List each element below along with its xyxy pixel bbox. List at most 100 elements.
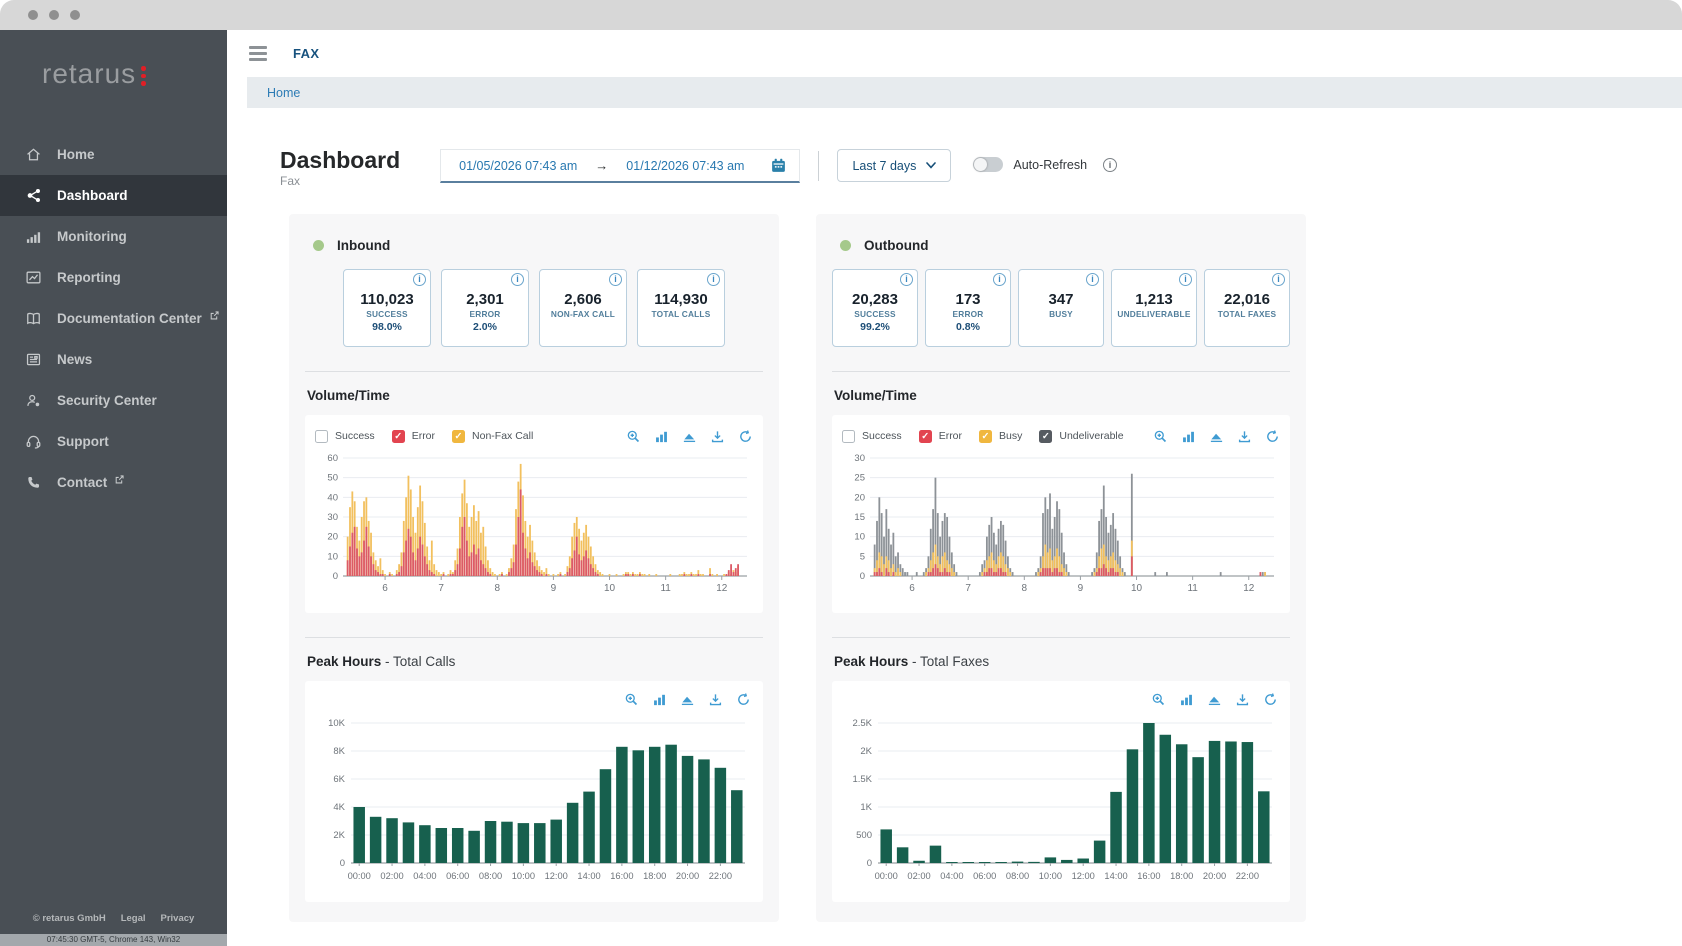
outbound-section-label: Outbound xyxy=(864,238,928,253)
info-icon[interactable]: i xyxy=(900,273,913,286)
date-from-input[interactable]: 01/05/2026 07:43 am xyxy=(459,159,577,173)
svg-text:8: 8 xyxy=(495,583,501,594)
sidebar-item-support[interactable]: Support xyxy=(0,421,227,462)
area-chart-icon[interactable] xyxy=(1209,429,1224,444)
info-icon[interactable]: i xyxy=(413,273,426,286)
legend-item-busy[interactable]: ✓Busy xyxy=(979,430,1022,443)
bar-chart-icon[interactable] xyxy=(1181,429,1196,444)
stat-value: 110,023 xyxy=(344,291,430,308)
calendar-icon[interactable] xyxy=(770,157,787,174)
download-icon[interactable] xyxy=(708,692,723,707)
checkbox-unchecked-icon[interactable] xyxy=(315,430,328,443)
sidebar-item-dashboard[interactable]: Dashboard xyxy=(0,175,227,216)
sidebar-item-label: Contact xyxy=(57,475,107,490)
sidebar-item-security-center[interactable]: Security Center xyxy=(0,380,227,421)
stat-label: BUSY xyxy=(1019,309,1103,319)
download-icon[interactable] xyxy=(1237,429,1252,444)
svg-text:4K: 4K xyxy=(333,802,345,813)
info-icon[interactable]: i xyxy=(1179,273,1192,286)
hamburger-menu-icon[interactable] xyxy=(249,46,267,61)
sidebar-item-reporting[interactable]: Reporting xyxy=(0,257,227,298)
svg-text:22:00: 22:00 xyxy=(709,871,732,881)
info-icon[interactable]: i xyxy=(707,273,720,286)
headset-icon xyxy=(25,433,43,450)
legend-item-undeliverable[interactable]: ✓Undeliverable xyxy=(1039,430,1123,443)
auto-refresh-label: Auto-Refresh xyxy=(1013,158,1087,172)
zoom-in-icon[interactable] xyxy=(1151,692,1166,707)
checkbox-checked-icon[interactable]: ✓ xyxy=(392,430,405,443)
inbound-status-dot xyxy=(313,240,324,251)
area-chart-icon[interactable] xyxy=(1207,692,1222,707)
stat-label: TOTAL CALLS xyxy=(638,309,724,319)
inbound-section-label: Inbound xyxy=(337,238,390,253)
divider xyxy=(818,151,819,181)
main-content: FAX Home Dashboard Fax 01/05/2026 07:43 … xyxy=(227,30,1682,946)
date-range-field[interactable]: 01/05/2026 07:43 am → 01/12/2026 07:43 a… xyxy=(440,149,800,183)
stat-value: 173 xyxy=(926,291,1010,308)
svg-text:04:00: 04:00 xyxy=(940,871,963,881)
refresh-icon[interactable] xyxy=(738,429,753,444)
sidebar-item-news[interactable]: News xyxy=(0,339,227,380)
svg-text:14:00: 14:00 xyxy=(577,871,600,881)
sidebar-item-contact[interactable]: Contact xyxy=(0,462,227,503)
outbound-peak-chart[interactable]: 05001K1.5K2K2.5K00:0002:0004:0006:0008:0… xyxy=(842,715,1280,887)
outbound-volume-chart[interactable]: 0510152025306789101112 xyxy=(842,448,1280,598)
svg-text:04:00: 04:00 xyxy=(413,871,436,881)
info-icon[interactable]: i xyxy=(1086,273,1099,286)
auto-refresh-toggle[interactable] xyxy=(973,157,1003,172)
news-icon xyxy=(25,351,43,368)
checkbox-checked-icon[interactable]: ✓ xyxy=(1039,430,1052,443)
download-icon[interactable] xyxy=(710,429,725,444)
legend-item-non-fax-call[interactable]: ✓Non-Fax Call xyxy=(452,430,533,443)
date-to-input[interactable]: 01/12/2026 07:43 am xyxy=(626,159,744,173)
download-icon[interactable] xyxy=(1235,692,1250,707)
refresh-icon[interactable] xyxy=(1263,692,1278,707)
area-chart-icon[interactable] xyxy=(682,429,697,444)
legend-item-success[interactable]: Success xyxy=(842,430,902,443)
info-icon[interactable]: i xyxy=(1103,158,1117,172)
svg-text:1.5K: 1.5K xyxy=(852,774,872,785)
refresh-icon[interactable] xyxy=(736,692,751,707)
bar-chart-icon[interactable] xyxy=(1179,692,1194,707)
inbound-peak-chart[interactable]: 02K4K6K8K10K00:0002:0004:0006:0008:0010:… xyxy=(315,715,753,887)
checkbox-checked-icon[interactable]: ✓ xyxy=(452,430,465,443)
bar-chart-icon[interactable] xyxy=(654,429,669,444)
info-icon[interactable]: i xyxy=(993,273,1006,286)
refresh-icon[interactable] xyxy=(1265,429,1280,444)
svg-text:10: 10 xyxy=(854,532,865,543)
stat-value: 22,016 xyxy=(1205,291,1289,308)
zoom-in-icon[interactable] xyxy=(1153,429,1168,444)
area-chart-icon[interactable] xyxy=(680,692,695,707)
info-icon[interactable]: i xyxy=(609,273,622,286)
window-control-dot[interactable] xyxy=(28,10,38,20)
info-icon[interactable]: i xyxy=(511,273,524,286)
info-icon[interactable]: i xyxy=(1272,273,1285,286)
breadcrumb-home-link[interactable]: Home xyxy=(267,86,300,100)
window-control-dot[interactable] xyxy=(49,10,59,20)
checkbox-checked-icon[interactable]: ✓ xyxy=(979,430,992,443)
privacy-link[interactable]: Privacy xyxy=(161,913,195,924)
zoom-in-icon[interactable] xyxy=(624,692,639,707)
inbound-volume-chart[interactable]: 01020304050606789101112 xyxy=(315,448,753,598)
checkbox-unchecked-icon[interactable] xyxy=(842,430,855,443)
svg-text:8: 8 xyxy=(1022,583,1028,594)
sidebar-item-label: Documentation Center xyxy=(57,311,202,326)
stat-label: ERROR xyxy=(926,309,1010,319)
bar-chart-icon[interactable] xyxy=(652,692,667,707)
zoom-in-icon[interactable] xyxy=(626,429,641,444)
legend-item-error[interactable]: ✓Error xyxy=(919,430,962,443)
legend-item-success[interactable]: Success xyxy=(315,430,375,443)
time-range-dropdown[interactable]: Last 7 days xyxy=(837,149,951,182)
stat-card-total-faxes: i22,016TOTAL FAXES xyxy=(1204,269,1290,347)
legend-item-error[interactable]: ✓Error xyxy=(392,430,435,443)
checkbox-checked-icon[interactable]: ✓ xyxy=(919,430,932,443)
inbound-stat-cards: i110,023SUCCESS98.0%i2,301ERROR2.0%i2,60… xyxy=(305,269,763,347)
svg-text:10: 10 xyxy=(1131,583,1143,594)
sidebar-item-documentation-center[interactable]: Documentation Center xyxy=(0,298,227,339)
sidebar-item-home[interactable]: Home xyxy=(0,134,227,175)
inbound-peak-toolbar xyxy=(624,692,751,707)
sidebar-item-label: Reporting xyxy=(57,270,121,285)
sidebar-item-monitoring[interactable]: Monitoring xyxy=(0,216,227,257)
window-control-dot[interactable] xyxy=(70,10,80,20)
legal-link[interactable]: Legal xyxy=(121,913,146,924)
